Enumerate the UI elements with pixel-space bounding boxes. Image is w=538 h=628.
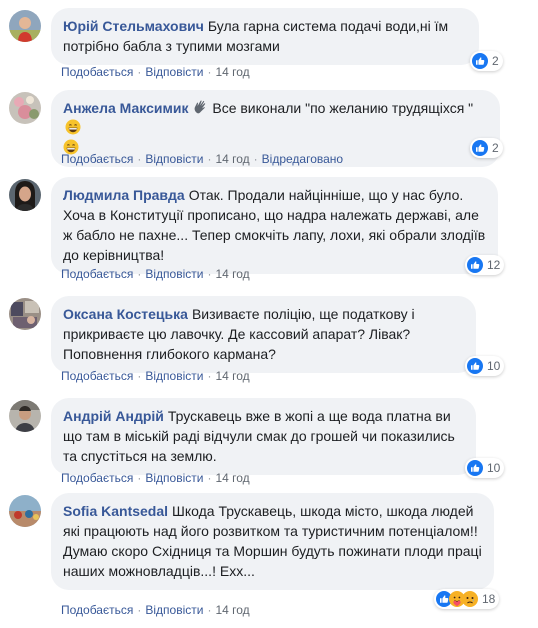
separator: · xyxy=(137,369,142,383)
avatar[interactable] xyxy=(9,400,41,432)
like-link[interactable]: Подобається xyxy=(61,471,133,485)
like-icon xyxy=(467,358,483,374)
avatar[interactable] xyxy=(9,179,41,211)
comment-timestamp[interactable]: 14 год xyxy=(215,603,249,617)
comment-actions: Подобається · Відповісти · 14 год xyxy=(61,602,250,618)
comment-timestamp[interactable]: 14 год xyxy=(215,369,249,383)
reactions-summary[interactable]: 18 xyxy=(434,589,500,609)
comment-author[interactable]: Анжела Максимик xyxy=(63,100,188,116)
comment-timestamp[interactable]: 14 год xyxy=(215,471,249,485)
like-icon xyxy=(467,257,483,273)
separator: · xyxy=(137,603,142,617)
comment-actions: Подобається · Відповісти · 14 год xyxy=(61,368,250,384)
comment-author[interactable]: Sofia Kantsedal xyxy=(63,503,168,519)
reactions-summary[interactable]: 12 xyxy=(465,255,505,275)
sad-icon xyxy=(462,591,478,607)
reply-link[interactable]: Відповісти xyxy=(145,471,203,485)
comment-timestamp[interactable]: 14 год xyxy=(215,152,249,166)
like-link[interactable]: Подобається xyxy=(61,65,133,79)
comment-text: Все виконали "по желанию трудящіхся " xyxy=(212,100,474,116)
reply-link[interactable]: Відповісти xyxy=(145,152,203,166)
avatar[interactable] xyxy=(9,10,41,42)
grinning-face-icon xyxy=(65,119,81,135)
reply-link[interactable]: Відповісти xyxy=(145,369,203,383)
reactions-summary[interactable]: 10 xyxy=(465,458,505,478)
reaction-count: 2 xyxy=(492,54,499,68)
avatar[interactable] xyxy=(9,92,41,124)
comment-actions: Подобається · Відповісти · 14 год xyxy=(61,470,250,486)
comment-bubble: Андрій Андрій Трускавець вже в жопі а ще … xyxy=(51,398,476,475)
like-icon xyxy=(467,460,483,476)
comment-actions: Подобається · Відповісти · 14 год xyxy=(61,64,250,80)
reaction-count: 10 xyxy=(487,359,501,373)
reply-link[interactable]: Відповісти xyxy=(145,267,203,281)
separator: · xyxy=(207,603,212,617)
comment-author[interactable]: Оксана Костецька xyxy=(63,306,188,322)
comment-author[interactable]: Юрій Стельмахович xyxy=(63,18,204,34)
like-link[interactable]: Подобається xyxy=(61,152,133,166)
separator: · xyxy=(207,369,212,383)
separator: · xyxy=(207,267,212,281)
separator: · xyxy=(253,152,258,166)
separator: · xyxy=(207,471,212,485)
avatar[interactable] xyxy=(9,495,41,527)
reactions-summary[interactable]: 2 xyxy=(470,138,503,158)
like-link[interactable]: Подобається xyxy=(61,603,133,617)
separator: · xyxy=(207,152,212,166)
comment-bubble: Юрій Стельмахович Була гарна система пода… xyxy=(51,8,479,65)
like-icon xyxy=(472,140,488,156)
separator: · xyxy=(137,471,142,485)
comment-bubble: Людмила Правда Отак. Продали найцінніше, … xyxy=(51,177,498,274)
edited-link[interactable]: Відредаговано xyxy=(262,152,343,166)
reply-link[interactable]: Відповісти xyxy=(145,65,203,79)
separator: · xyxy=(137,267,142,281)
reactions-summary[interactable]: 10 xyxy=(465,356,505,376)
comment-author[interactable]: Андрій Андрій xyxy=(63,408,164,424)
comment-timestamp[interactable]: 14 год xyxy=(215,267,249,281)
avatar[interactable] xyxy=(9,298,41,330)
reaction-count: 10 xyxy=(487,461,501,475)
comment-bubble: Оксана Костецька Визиваєте полiцiю, ще по… xyxy=(51,296,476,373)
reaction-count: 18 xyxy=(482,592,496,606)
reaction-count: 12 xyxy=(487,258,501,272)
like-link[interactable]: Подобається xyxy=(61,267,133,281)
like-link[interactable]: Подобається xyxy=(61,369,133,383)
comment-author[interactable]: Людмила Правда xyxy=(63,187,185,203)
reply-link[interactable]: Відповісти xyxy=(145,603,203,617)
like-icon xyxy=(472,53,488,69)
comment-timestamp[interactable]: 14 год xyxy=(215,65,249,79)
waving-hand-icon xyxy=(192,99,208,115)
comment-bubble: Sofia Kantsedal Шкода Трускавець, шкода м… xyxy=(51,493,494,590)
separator: · xyxy=(137,65,142,79)
reaction-count: 2 xyxy=(492,141,499,155)
comment-actions: Подобається · Відповісти · 14 год · Відредагов… xyxy=(61,151,343,167)
reactions-summary[interactable]: 2 xyxy=(470,51,503,71)
separator: · xyxy=(137,152,142,166)
separator: · xyxy=(207,65,212,79)
comment-actions: Подобається · Відповісти · 14 год xyxy=(61,266,250,282)
